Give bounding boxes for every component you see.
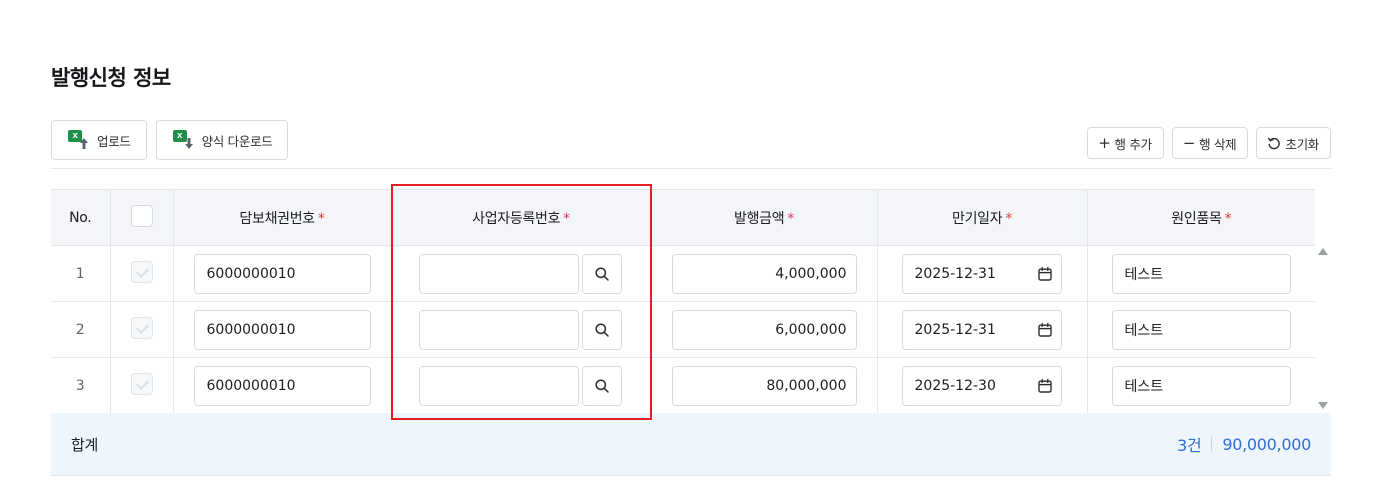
maturity-date-input[interactable]: 2025-12-31	[901, 253, 1062, 294]
col-select-all	[110, 189, 174, 246]
cause-item-input[interactable]: 테스트	[1111, 253, 1291, 294]
summary-row: 합계 3건 90,000,000	[51, 413, 1331, 476]
row-checkbox[interactable]	[130, 260, 153, 283]
table-row: 1 6000000010 4,000,000 2025-12-31 테스트	[51, 245, 1315, 302]
business-reg-no-input[interactable]	[418, 253, 579, 294]
search-icon	[594, 378, 609, 393]
page-title: 발행신청 정보	[51, 66, 171, 90]
col-no: No.	[51, 189, 111, 246]
reset-label: 초기화	[1285, 136, 1319, 152]
issue-request-table: No. 담보채권번호 * 사업자등록번호 * 발행금액 * 만기일자 * 원인품목 * 1…	[51, 189, 1315, 414]
calendar-icon[interactable]	[1037, 322, 1053, 338]
template-download-button[interactable]: X 양식 다운로드	[155, 120, 289, 160]
business-search-button[interactable]	[581, 309, 622, 350]
summary-separator	[1211, 437, 1213, 451]
table-row: 3 6000000010 80,000,000 2025-12-30 테스트	[51, 357, 1315, 414]
collateral-bond-no-input[interactable]: 6000000010	[193, 365, 371, 406]
maturity-date-input[interactable]: 2025-12-31	[901, 309, 1062, 350]
summary-count: 3건	[1177, 436, 1202, 455]
reset-icon	[1268, 137, 1281, 150]
row-number: 3	[51, 357, 111, 414]
col-collateral-bond-no: 담보채권번호 *	[173, 189, 392, 246]
calendar-icon[interactable]	[1037, 266, 1053, 282]
summary-label: 합계	[71, 435, 99, 454]
scroll-up-arrow[interactable]	[1318, 248, 1328, 255]
issue-amount-input[interactable]: 6,000,000	[671, 309, 857, 350]
table-row: 2 6000000010 6,000,000 2025-12-31 테스트	[51, 301, 1315, 358]
reset-button[interactable]: 초기화	[1256, 127, 1331, 159]
excel-upload-icon: X	[68, 130, 90, 150]
row-checkbox[interactable]	[130, 316, 153, 339]
upload-button[interactable]: X 업로드	[51, 120, 147, 160]
row-toolbar: + 행 추가 − 행 삭제 초기화	[1087, 127, 1331, 159]
template-download-label: 양식 다운로드	[201, 133, 273, 149]
select-all-checkbox[interactable]	[130, 204, 153, 227]
collateral-bond-no-input[interactable]: 6000000010	[193, 253, 371, 294]
business-search-button[interactable]	[581, 253, 622, 294]
summary-total: 90,000,000	[1222, 434, 1311, 454]
cause-item-input[interactable]: 테스트	[1111, 365, 1291, 406]
search-icon	[594, 266, 609, 281]
plus-icon: +	[1098, 133, 1111, 152]
delete-row-label: 행 삭제	[1199, 136, 1237, 152]
delete-row-button[interactable]: − 행 삭제	[1171, 127, 1249, 159]
search-icon	[594, 322, 609, 337]
calendar-icon[interactable]	[1037, 378, 1053, 394]
issue-amount-input[interactable]: 80,000,000	[671, 365, 857, 406]
minus-icon: −	[1182, 133, 1196, 152]
maturity-date-input[interactable]: 2025-12-30	[901, 365, 1062, 406]
upload-label: 업로드	[97, 133, 131, 149]
excel-download-icon: X	[172, 130, 195, 150]
row-number: 2	[51, 301, 111, 358]
file-toolbar: X 업로드 X 양식 다운로드	[51, 120, 289, 160]
col-maturity-date: 만기일자 *	[877, 189, 1088, 246]
cause-item-input[interactable]: 테스트	[1111, 309, 1291, 350]
add-row-label: 행 추가	[1114, 136, 1153, 152]
business-search-button[interactable]	[581, 365, 622, 406]
row-checkbox[interactable]	[130, 372, 153, 395]
col-business-reg-no: 사업자등록번호 *	[391, 189, 652, 246]
collateral-bond-no-input[interactable]: 6000000010	[193, 309, 371, 350]
business-reg-no-input[interactable]	[418, 365, 579, 406]
scroll-down-arrow[interactable]	[1318, 402, 1328, 409]
table-header: No. 담보채권번호 * 사업자등록번호 * 발행금액 * 만기일자 * 원인품목 *	[51, 189, 1315, 246]
toolbar-divider	[51, 168, 1331, 169]
add-row-button[interactable]: + 행 추가	[1087, 127, 1164, 159]
issue-amount-input[interactable]: 4,000,000	[671, 253, 857, 294]
col-issue-amount: 발행금액 *	[651, 189, 878, 246]
col-cause-item: 원인품목 *	[1087, 189, 1315, 246]
business-reg-no-input[interactable]	[418, 309, 579, 350]
row-number: 1	[51, 245, 111, 302]
